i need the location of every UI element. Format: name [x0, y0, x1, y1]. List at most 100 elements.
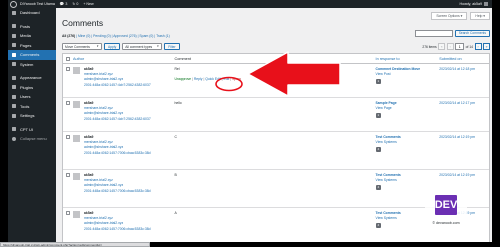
filter-button[interactable]: Filter	[164, 43, 180, 50]
sidebar-item-appearance[interactable]: Appearance	[8, 73, 56, 83]
col-comment-header: Comment	[174, 56, 191, 61]
avatar	[72, 211, 80, 218]
comment-count-badge[interactable]: 4	[375, 185, 382, 190]
response-view-link[interactable]: View Systems	[376, 140, 440, 145]
sidebar-item-plugins[interactable]: Plugins	[8, 83, 56, 93]
row-actions: Unapprove | Reply | Quick Edit | Edit | …	[174, 77, 241, 81]
response-view-link[interactable]: View Systems	[376, 178, 440, 183]
comment-count-badge[interactable]: 1	[375, 79, 382, 84]
comments-count: 3	[65, 2, 68, 6]
date-cell[interactable]: 2023/02/14 at 12:19 pm	[439, 132, 489, 169]
comment-text: C	[174, 135, 177, 139]
sidebar-item-comments[interactable]: Comments	[8, 50, 56, 60]
sidebar-item-users[interactable]: Users	[8, 92, 56, 102]
comments-count-link[interactable]: 💬 3	[60, 2, 67, 6]
sidebar-item-cpt-ui[interactable]: CPT UI	[8, 125, 56, 135]
last-page-button[interactable]: »	[483, 43, 490, 50]
response-view-link[interactable]: View Page	[376, 106, 440, 111]
comment-count-badge[interactable]: 4	[375, 223, 382, 228]
current-page-input[interactable]	[455, 43, 465, 50]
col-response-header[interactable]: In response to	[376, 57, 440, 61]
row-checkbox[interactable]	[65, 67, 70, 71]
sidebar-item-dashboard[interactable]: Dashboard	[8, 8, 56, 18]
date-cell[interactable]: 2023/02/14 at 12:17 pm	[439, 98, 489, 131]
author-ip-link[interactable]: 2001:448a:4062:1457:7006:cbaa:5383c:38d	[84, 151, 151, 156]
row-checkbox[interactable]	[65, 211, 70, 215]
author-ip-link[interactable]: 2001:448a:4062:1457:4cb7:2562:4382:6037	[84, 117, 151, 122]
reply-link[interactable]: Reply	[194, 77, 203, 81]
cptui-icon	[12, 127, 16, 132]
comment-count-badge[interactable]: 4	[375, 147, 382, 152]
site-name-link[interactable]: DIYanoob Test Utama	[20, 2, 55, 6]
author-ip-link[interactable]: 2001:448a:4062:1457:7006:cbaa:5383c:38d	[84, 227, 151, 232]
filter-mine[interactable]: Mine (0)	[78, 34, 90, 38]
sidebar-item-settings[interactable]: Settings	[8, 111, 56, 121]
watermark-caption: © devanoob.com	[432, 221, 460, 225]
account-menu[interactable]: Howdy, ak5a9	[459, 2, 488, 6]
sidebar-item-label: Posts	[20, 23, 31, 29]
first-page-button[interactable]: «	[438, 43, 446, 50]
response-view-link[interactable]: View Post	[376, 72, 440, 77]
select-all-checkbox[interactable]	[65, 56, 70, 61]
bulk-action-select[interactable]: Move Comments ▼	[62, 43, 102, 50]
table-row: ak5a9 mershare-trial2.xyz admin@shshare-…	[63, 98, 489, 132]
prev-page-button[interactable]: ‹	[446, 43, 454, 50]
filter-pending[interactable]: Pending (0)	[93, 34, 111, 38]
search-input[interactable]	[414, 30, 453, 37]
help-tab[interactable]: Help ▾	[470, 12, 490, 20]
comment-text: B	[174, 173, 177, 177]
table-nav-top: Move Comments ▼ Apply All comment types ▼ …	[62, 42, 490, 51]
sidebar-item-label: Media	[20, 33, 31, 39]
comment-type-value: All comment types	[125, 44, 153, 49]
comment-type-select[interactable]: All comment types ▼	[122, 43, 163, 50]
sidebar-item-tools[interactable]: Tools	[8, 102, 56, 112]
comment-cell: hello	[174, 98, 375, 131]
col-author-header[interactable]: Author	[73, 57, 175, 61]
author-cell: ak5a9 mershare-trial2.xyz admin@shshare-…	[72, 208, 175, 242]
video-frame: DIYanoob Test Utama 💬 3 ↻ 0 + New Howdy,…	[0, 0, 500, 247]
filter-trash[interactable]: Trash (1)	[156, 34, 170, 38]
avatar	[72, 101, 80, 108]
table-row: ak5a9 mershare-trial2.xyz admin@shshare-…	[63, 64, 489, 98]
comment-text: A	[174, 211, 177, 215]
author-ip-link[interactable]: 2001:448a:4062:1457:7006:cbaa:5383c:38d	[84, 189, 151, 194]
sidebar-item-pages[interactable]: Pages	[8, 41, 56, 51]
author-cell: ak5a9 mershare-trial2.xyz admin@shshare-…	[72, 170, 175, 207]
sidebar-item-posts[interactable]: Posts	[8, 22, 56, 32]
row-checkbox[interactable]	[65, 173, 70, 177]
users-icon	[12, 94, 16, 99]
author-ip-link[interactable]: 2001:448a:4062:1457:4cb7:2562:4382:6037	[84, 83, 151, 88]
filter-approved[interactable]: Approved (276)	[113, 34, 136, 38]
edit-link[interactable]: Edit	[223, 77, 229, 81]
search-comments-button[interactable]: Search Comments	[454, 30, 490, 37]
filter-all[interactable]: All (276)	[62, 34, 75, 38]
date-cell[interactable]: 2023/02/14 at 12:18 pm	[439, 64, 489, 97]
response-cell: Sample Page View Page 1	[375, 98, 440, 131]
row-checkbox[interactable]	[65, 101, 70, 105]
sidebar-item-media[interactable]: Media	[8, 31, 56, 41]
unapprove-link[interactable]: Unapprove	[174, 77, 191, 81]
comment-text: hello	[174, 101, 182, 105]
row-checkbox[interactable]	[65, 135, 70, 139]
filter-spam[interactable]: Spam (0)	[139, 34, 153, 38]
table-row: ak5a9 mershare-trial2.xyz admin@shshare-…	[63, 132, 489, 170]
screen-options-tab[interactable]: Screen Options ▾	[431, 12, 468, 20]
next-page-button[interactable]: ›	[474, 43, 482, 50]
wordpress-logo-icon[interactable]	[10, 0, 17, 8]
col-date-header[interactable]: Submitted on	[439, 57, 489, 61]
browser-status-bar: https://diyanoob-trial.xyz/wp-admin/comm…	[0, 242, 150, 247]
sidebar-item-system[interactable]: System	[8, 60, 56, 70]
user-avatar-icon	[484, 2, 488, 6]
sidebar-collapse-menu[interactable]: Collapse menu	[8, 134, 56, 144]
page-icon	[12, 43, 16, 48]
comment-count-badge[interactable]: 1	[375, 113, 382, 118]
apply-button[interactable]: Apply	[104, 43, 121, 50]
plugin-icon	[12, 85, 16, 90]
quick-edit-link[interactable]: Quick Edit	[205, 77, 220, 81]
wrench-icon	[12, 104, 16, 109]
comment-search-box: Search Comments	[414, 30, 490, 37]
new-content-link[interactable]: + New	[83, 2, 93, 6]
spam-link[interactable]: Spam	[232, 77, 241, 81]
avatar	[72, 135, 80, 142]
updates-count-link[interactable]: ↻ 0	[72, 2, 78, 6]
